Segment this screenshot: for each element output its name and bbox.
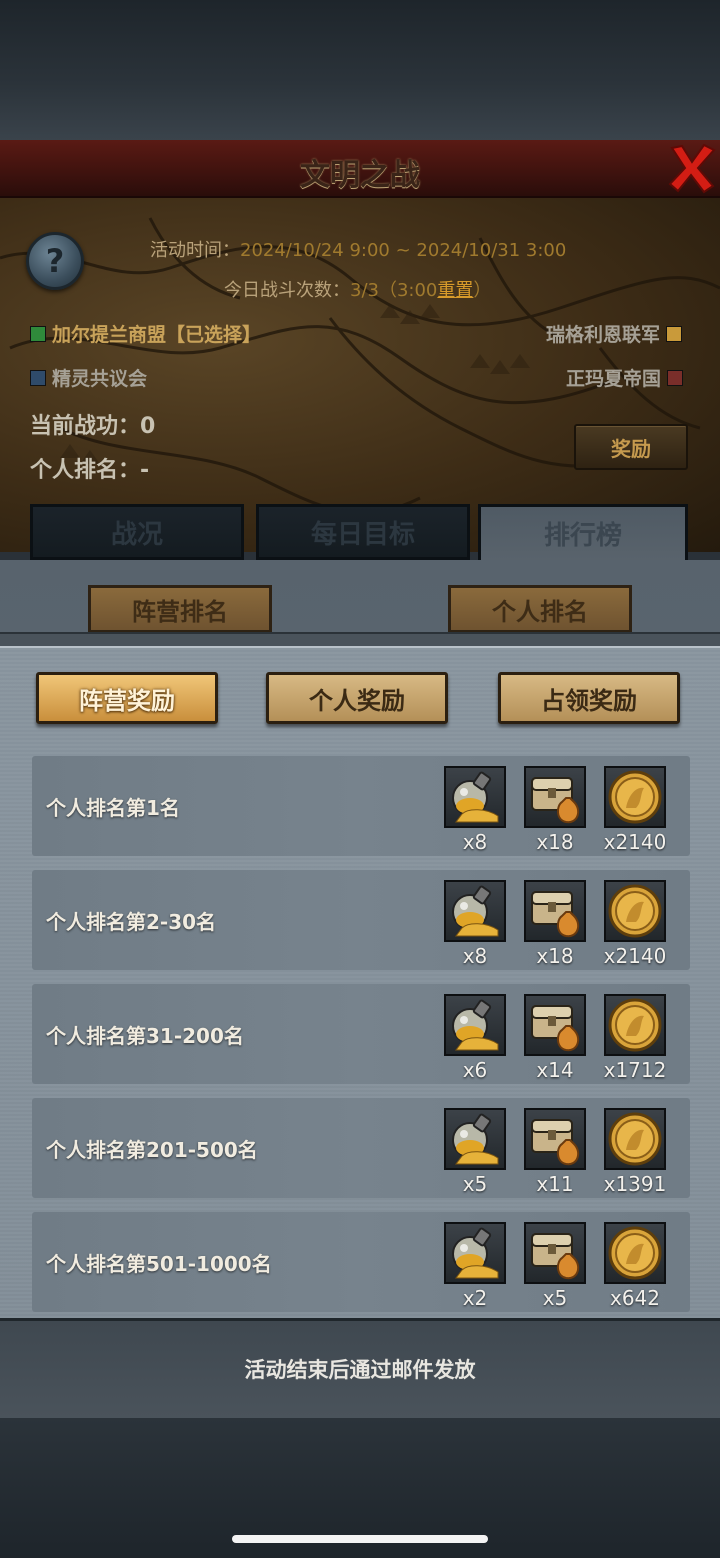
tab-daily-goals[interactable]: 每日目标 [256, 504, 470, 560]
reward-item-count: x2140 [603, 944, 667, 968]
gold-coin-icon [604, 880, 666, 942]
reward-item-count: x8 [462, 944, 488, 968]
faction-elf-council: 精灵共议会 [30, 364, 147, 391]
tab-leaderboard[interactable]: 排行榜 [478, 504, 688, 560]
reward-row: 个人排名第501-1000名 x2 x5 x642 [32, 1212, 690, 1312]
tab-faction-reward[interactable]: 阵营奖励 [36, 672, 218, 724]
treasure-chest-icon [524, 766, 586, 828]
faction-color-swatch [30, 369, 46, 386]
reward-row: 个人排名第1名 x8 x18 x2140 [32, 756, 690, 856]
reward-item[interactable]: x2 [444, 1222, 506, 1310]
home-indicator[interactable] [232, 1535, 488, 1543]
reward-item-count: x18 [536, 944, 574, 968]
close-button[interactable] [666, 140, 718, 196]
gold-coin-icon [604, 766, 666, 828]
reward-item[interactable]: x2140 [604, 766, 666, 854]
battle-count-close: ） [473, 280, 492, 301]
reward-item-count: x5 [542, 1286, 568, 1310]
battle-reset-link[interactable]: 重置 [437, 280, 473, 301]
reward-item[interactable]: x5 [444, 1108, 506, 1196]
tab-occupation-reward[interactable]: 占领奖励 [498, 672, 680, 724]
reward-item-count: x1712 [603, 1058, 667, 1082]
reward-item-count: x18 [536, 830, 574, 854]
event-time-label: 活动时间： [150, 240, 240, 261]
reward-item[interactable]: x8 [444, 880, 506, 968]
main-tabs: 战况 每日目标 排行榜 [30, 504, 690, 560]
gold-potion-icon [444, 994, 506, 1056]
tab-battle-status[interactable]: 战况 [30, 504, 244, 560]
gold-coin-icon [604, 1108, 666, 1170]
reward-item[interactable]: x18 [524, 766, 586, 854]
close-icon [668, 143, 716, 194]
faction-regglion: 瑞格利恩联军 [546, 320, 683, 347]
subtab-personal-ranking[interactable]: 个人排名 [448, 585, 632, 633]
footer-note: 活动结束后通过邮件发放 [244, 1358, 476, 1382]
gold-potion-icon [444, 766, 506, 828]
reward-item[interactable]: x1712 [604, 994, 666, 1082]
reward-list[interactable]: 个人排名第1名 x8 x18 x2140 个人排名第2-30名 x8 x18 x2140 个人排… [32, 756, 690, 1312]
gold-coin-icon [604, 994, 666, 1056]
faction-label: 加尔提兰商盟【已选择】 [52, 324, 262, 346]
help-button[interactable]: ? [26, 232, 84, 290]
reward-item-count: x8 [462, 830, 488, 854]
treasure-chest-icon [524, 1108, 586, 1170]
reward-item[interactable]: x5 [524, 1222, 586, 1310]
reward-item[interactable]: x14 [524, 994, 586, 1082]
treasure-chest-icon [524, 1222, 586, 1284]
subtab-faction-ranking[interactable]: 阵营排名 [88, 585, 272, 633]
faction-label: 正玛夏帝国 [566, 368, 662, 390]
gold-coin-icon [604, 1222, 666, 1284]
personal-rank: 个人排名：- [30, 458, 150, 483]
treasure-chest-icon [524, 880, 586, 942]
reward-item-count: x11 [536, 1172, 574, 1196]
reward-item-count: x2140 [603, 830, 667, 854]
event-time-value: 2024/10/24 9:00 ~ 2024/10/31 3:00 [240, 240, 567, 261]
gold-potion-icon [444, 880, 506, 942]
battle-count-label: 今日战斗次数： [224, 280, 350, 301]
treasure-chest-icon [524, 994, 586, 1056]
page-title: 文明之战 [300, 158, 420, 193]
event-time: 活动时间：2024/10/24 9:00 ~ 2024/10/31 3:00 [150, 236, 566, 262]
reward-item[interactable]: x642 [604, 1222, 666, 1310]
reward-item[interactable]: x1391 [604, 1108, 666, 1196]
reward-rank-label: 个人排名第2-30名 [46, 910, 217, 934]
reward-row: 个人排名第2-30名 x8 x18 x2140 [32, 870, 690, 970]
reward-item[interactable]: x11 [524, 1108, 586, 1196]
question-icon: ? [45, 242, 65, 280]
faction-label: 精灵共议会 [52, 368, 148, 390]
faction-label: 瑞格利恩联军 [546, 324, 661, 346]
reward-item-count: x6 [462, 1058, 488, 1082]
tab-personal-reward[interactable]: 个人奖励 [266, 672, 448, 724]
reward-button[interactable]: 奖励 [574, 424, 688, 470]
reward-rank-label: 个人排名第201-500名 [46, 1138, 258, 1162]
gold-potion-icon [444, 1108, 506, 1170]
reward-row: 个人排名第201-500名 x5 x11 x1391 [32, 1098, 690, 1198]
reward-rank-label: 个人排名第31-200名 [46, 1024, 244, 1048]
reward-row: 个人排名第31-200名 x6 x14 x1712 [32, 984, 690, 1084]
faction-color-swatch [667, 369, 684, 386]
reward-item[interactable]: x2140 [604, 880, 666, 968]
reward-item-count: x5 [462, 1172, 488, 1196]
reward-item-count: x2 [462, 1286, 488, 1310]
background-top [0, 0, 720, 140]
reward-rank-label: 个人排名第1名 [46, 796, 180, 820]
reward-rank-label: 个人排名第501-1000名 [46, 1252, 272, 1276]
reward-item-count: x642 [609, 1286, 660, 1310]
reward-item-count: x1391 [603, 1172, 667, 1196]
reward-item[interactable]: x6 [444, 994, 506, 1082]
popup-top-edge [0, 632, 720, 646]
reward-item[interactable]: x8 [444, 766, 506, 854]
battle-count-value: 3/3（3:00 [350, 280, 438, 301]
current-merit: 当前战功：0 [30, 414, 156, 439]
faction-galtilan: 加尔提兰商盟【已选择】 [30, 320, 261, 347]
battle-count: 今日战斗次数：3/3（3:00重置） [224, 276, 491, 302]
faction-color-swatch [666, 325, 683, 342]
reward-item-count: x14 [536, 1058, 574, 1082]
faction-zhengmaxia: 正玛夏帝国 [566, 364, 684, 391]
faction-color-swatch [30, 325, 46, 342]
gold-potion-icon [444, 1222, 506, 1284]
reward-item[interactable]: x18 [524, 880, 586, 968]
